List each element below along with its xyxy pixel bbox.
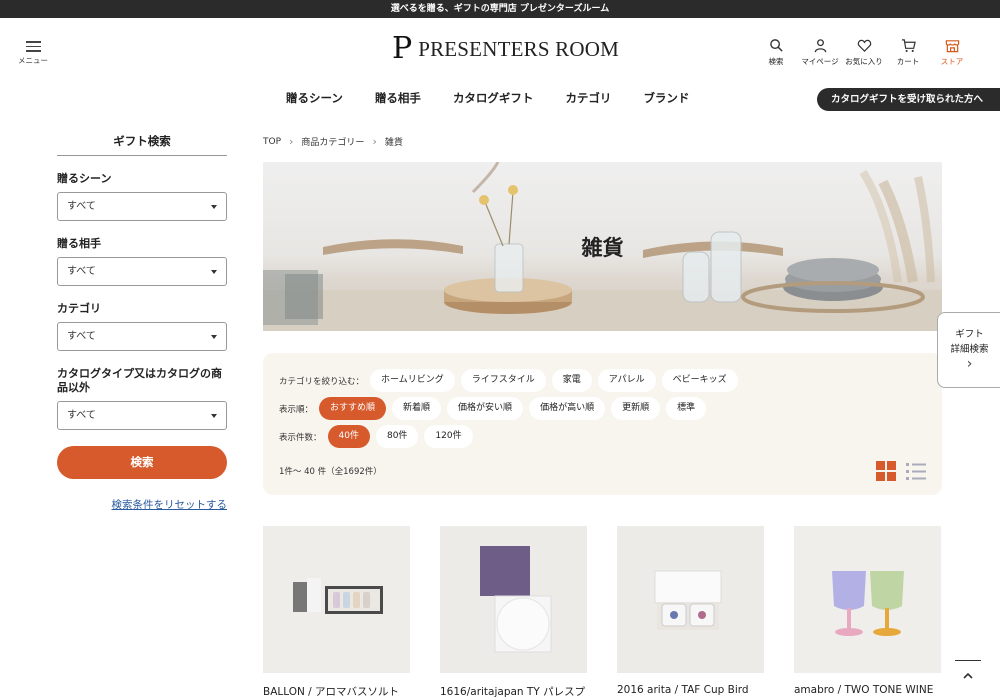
category-hero-banner: 雑貨 [263,162,942,331]
per-page-option[interactable]: 120件 [424,425,473,448]
sort-option[interactable]: 更新順 [611,397,661,420]
product-photo [263,526,410,673]
store-button[interactable]: ストア [930,38,974,67]
category-pill[interactable]: アパレル [597,369,656,392]
detailed-search-line2: 詳細検索 [950,344,989,355]
product-image [617,526,764,673]
product-name: 2016 arita / TAF Cup Bird [617,684,749,696]
product-name: 1616/aritajapan TY パレスプ [440,686,586,698]
category-pill[interactable]: 家電 [551,369,592,392]
mypage-label: マイページ [801,57,839,66]
product-image [263,526,410,673]
sort-option[interactable]: 価格が安い順 [447,397,524,420]
chevron-right-icon: › [966,356,973,372]
back-to-top-button[interactable] [955,660,981,690]
sort-row: 表示順： おすすめ順 新着順 価格が安い順 価格が高い順 更新順 標準 [279,397,712,420]
recipient-select[interactable]: すべて [57,257,227,286]
breadcrumb-category[interactable]: 商品カテゴリー [301,135,364,148]
product-image [794,526,941,673]
category-pill[interactable]: ベビーキッズ [661,369,738,392]
hamburger-icon [18,41,48,52]
menu-button[interactable]: メニュー [18,38,48,66]
store-icon [945,40,959,53]
detailed-search-line1: ギフト [955,329,984,340]
category-filter-row: カテゴリを絞り込む： ホームリビング ライフスタイル 家電 アパレル ベビーキッ… [279,369,744,392]
chevron-right-icon: › [289,134,294,148]
catalog-recipient-button[interactable]: カタログギフトを受け取られた方へ [817,88,1000,111]
scene-label: 贈るシーン [57,172,112,185]
search-label: 検索 [768,57,784,66]
heart-icon [857,39,871,52]
menu-label: メニュー [18,55,48,65]
product-card[interactable]: 1616/aritajapan TY パレスプ [440,526,587,699]
chevron-right-icon: › [372,134,377,148]
category-title: 雑貨 [581,236,624,260]
recipient-label: 贈る相手 [57,237,101,250]
site-header: メニュー P PRESENTERS ROOM 検索 マイページ お気に入り カー… [0,18,1000,78]
catalog-type-label: カタログタイプ又はカタログの商品以外 [57,367,222,394]
user-icon [814,39,826,53]
breadcrumb: TOP › 商品カテゴリー › 雑貨 [263,134,403,149]
product-image [440,526,587,673]
sort-option[interactable]: 価格が高い順 [529,397,606,420]
catalog-type-select[interactable]: すべて [57,401,227,430]
chevron-up-icon [963,672,973,679]
favorites-label: お気に入り [845,57,883,66]
cart-label: カート [896,57,920,66]
cart-icon [901,39,916,52]
filter-panel: カテゴリを絞り込む： ホームリビング ライフスタイル 家電 アパレル ベビーキッ… [263,353,942,495]
per-page-option[interactable]: 40件 [327,425,370,448]
result-count: 1件〜 40 件（全1692件） [279,467,382,477]
header-icons: 検索 マイページ お気に入り カート ストア [754,38,974,67]
view-toggle [875,460,927,482]
logo-mark: P [392,31,413,66]
sort-option[interactable]: 標準 [666,397,707,420]
product-card[interactable]: 2016 arita / TAF Cup Bird [617,526,764,699]
product-photo [617,526,764,673]
product-name: BALLON / アロマバスソルト [263,686,400,698]
sidebar-title: ギフト検索 [57,133,227,156]
nav-category[interactable]: カテゴリ [565,90,611,106]
product-grid: BALLON / アロマバスソルト 1616/aritajapan TY パレス… [263,526,941,699]
list-view-icon[interactable] [905,460,927,482]
product-photo [794,526,941,673]
category-pill[interactable]: ホームリビング [370,369,455,392]
grid-view-icon[interactable] [875,460,897,482]
breadcrumb-top[interactable]: TOP [263,137,281,147]
sort-label: 表示順： [279,404,314,415]
gift-search-sidebar: ギフト検索 贈るシーン すべて 贈る相手 すべて カテゴリ すべて カタログタイ… [57,133,227,512]
category-label: カテゴリ [57,302,101,315]
per-page-row: 表示件数： 40件 80件 120件 [279,425,479,448]
search-icon [769,39,783,52]
product-card[interactable]: amabro / TWO TONE WINE [794,526,941,699]
nav-catalog-gift[interactable]: カタログギフト [453,90,534,106]
announcement-bar: 選べるを贈る、ギフトの専門店 プレゼンターズルーム [0,0,1000,18]
scene-select[interactable]: すべて [57,192,227,221]
cart-button[interactable]: カート [886,38,930,67]
nav-brand[interactable]: ブランド [643,90,689,106]
sidebar-search-button[interactable]: 検索 [57,446,227,479]
site-logo[interactable]: P PRESENTERS ROOM [392,34,619,64]
global-nav: 贈るシーン 贈る相手 カタログギフト カテゴリ ブランド [286,90,689,106]
favorites-button[interactable]: お気に入り [842,38,886,67]
logo-text: PRESENTERS ROOM [418,36,619,61]
breadcrumb-current: 雑貨 [384,138,403,148]
product-name: amabro / TWO TONE WINE [794,684,934,696]
sort-option[interactable]: おすすめ順 [319,397,387,420]
reset-conditions-link[interactable]: 検索条件をリセットする [57,497,228,512]
category-filter-label: カテゴリを絞り込む： [279,376,365,387]
search-button[interactable]: 検索 [754,38,798,67]
store-label: ストア [940,57,964,66]
per-page-option[interactable]: 80件 [375,425,419,448]
nav-recipient[interactable]: 贈る相手 [375,90,421,106]
product-card[interactable]: BALLON / アロマバスソルト [263,526,410,699]
category-pill[interactable]: ライフスタイル [460,369,546,392]
mypage-button[interactable]: マイページ [798,38,842,67]
per-page-label: 表示件数： [279,432,322,443]
detailed-search-tab[interactable]: ギフト 詳細検索 › [937,312,1000,388]
category-select[interactable]: すべて [57,322,227,351]
product-photo [440,526,587,673]
nav-scene[interactable]: 贈るシーン [286,90,343,106]
sort-option[interactable]: 新着順 [392,397,442,420]
